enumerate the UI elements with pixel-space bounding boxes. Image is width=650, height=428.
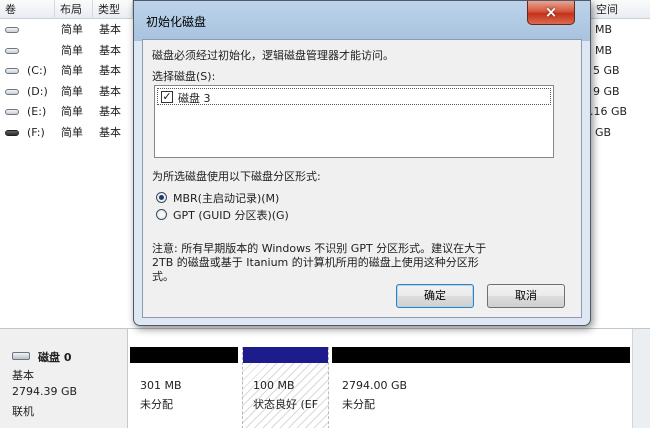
- volume-type: 基本: [99, 64, 121, 77]
- dialog-body: 磁盘必须经过初始化，逻辑磁盘管理器才能访问。 选择磁盘(S): ✓ 磁盘 3 为…: [142, 39, 582, 318]
- volume-layout: 简单: [61, 125, 83, 139]
- partition-status: 状态良好 (EF: [253, 398, 319, 411]
- dialog-title: 初始化磁盘: [146, 15, 207, 29]
- removable-drive-icon: [5, 129, 19, 136]
- vertical-scrollbar[interactable]: [632, 329, 650, 428]
- partition-unallocated-1[interactable]: 301 MB 未分配: [130, 347, 238, 428]
- volume-free: 9 GB: [593, 84, 620, 98]
- partition-status: 未分配: [342, 398, 375, 411]
- volume-free: MB: [595, 43, 613, 57]
- gpt-option-label[interactable]: GPT (GUID 分区表)(G): [173, 207, 289, 223]
- volume-free: 5 GB: [593, 64, 620, 77]
- disk-list-item-label: 磁盘 3: [178, 92, 211, 105]
- partition-status: 未分配: [140, 398, 173, 411]
- volume-type: 基本: [99, 105, 121, 118]
- volume-free: .16 GB: [590, 105, 628, 118]
- note-text-line-2: 2TB 的磁盘或基于 Itanium 的计算机所用的磁盘上使用这种分区形: [152, 256, 479, 269]
- disk-icon: [12, 352, 30, 360]
- disk-3-checkbox[interactable]: ✓: [161, 91, 173, 103]
- disk-list[interactable]: ✓ 磁盘 3: [154, 85, 554, 158]
- partition-unallocated-2[interactable]: 2794.00 GB 未分配: [332, 347, 630, 428]
- volume-free: GB: [595, 125, 612, 139]
- cancel-button[interactable]: 取消: [487, 284, 565, 308]
- column-header-free-space[interactable]: 空间: [591, 0, 650, 19]
- volume-layout: 简单: [61, 23, 83, 36]
- mbr-option-label[interactable]: MBR(主启动记录)(M): [173, 190, 279, 206]
- disk-kind: 基本: [12, 369, 34, 382]
- partition-bar: [332, 347, 630, 363]
- note-text-line-3: 式。: [152, 270, 174, 283]
- disk-status: 联机: [12, 405, 34, 418]
- disk-size: 2794.39 GB: [12, 385, 78, 398]
- partition-size: 301 MB: [140, 379, 182, 392]
- partition-style-label: 为所选磁盘使用以下磁盘分区形式:: [152, 170, 321, 183]
- drive-icon: [5, 27, 19, 33]
- disk-map: 磁盘 0 基本 2794.39 GB 联机 301 MB 未分配 100 MB …: [0, 328, 650, 428]
- volume-type: 基本: [99, 84, 121, 98]
- partition-size: 2794.00 GB: [342, 379, 408, 392]
- volume-free: MB: [595, 23, 613, 36]
- volume-name: (D:): [27, 84, 48, 98]
- column-header-volume[interactable]: 卷: [0, 0, 55, 19]
- gpt-radio[interactable]: [156, 209, 167, 220]
- volume-type: 基本: [99, 43, 121, 57]
- drive-icon: [5, 109, 19, 115]
- drive-icon: [5, 88, 19, 95]
- volume-layout: 简单: [61, 43, 83, 57]
- volume-name: (C:): [27, 64, 47, 77]
- ok-button[interactable]: 确定: [396, 284, 474, 308]
- volume-type: 基本: [99, 23, 121, 36]
- partition-bar: [243, 347, 328, 363]
- volume-layout: 简单: [61, 105, 83, 118]
- initialize-disk-dialog: 初始化磁盘 × 磁盘必须经过初始化，逻辑磁盘管理器才能访问。 选择磁盘(S): …: [133, 0, 591, 326]
- intro-text: 磁盘必须经过初始化，逻辑磁盘管理器才能访问。: [152, 49, 394, 62]
- mbr-radio[interactable]: [156, 192, 167, 203]
- column-header-layout[interactable]: 布局: [55, 0, 93, 19]
- close-button[interactable]: ×: [527, 1, 575, 25]
- select-disk-label: 选择磁盘(S):: [152, 70, 216, 83]
- column-header-type[interactable]: 类型: [93, 0, 133, 19]
- partition-bar: [130, 347, 238, 363]
- partition-size: 100 MB: [253, 379, 295, 392]
- partition-efi[interactable]: 100 MB 状态良好 (EF: [242, 347, 329, 428]
- volume-name: (F:): [27, 125, 45, 139]
- volume-layout: 简单: [61, 84, 83, 98]
- disk-name: 磁盘 0: [38, 351, 72, 364]
- disk-list-item[interactable]: ✓ 磁盘 3: [157, 88, 551, 105]
- volume-layout: 简单: [61, 64, 83, 77]
- drive-icon: [5, 68, 19, 74]
- drive-icon: [5, 47, 19, 54]
- volume-type: 基本: [99, 125, 121, 139]
- disk-0-info[interactable]: 磁盘 0 基本 2794.39 GB 联机: [0, 329, 128, 428]
- volume-name: (E:): [27, 105, 47, 118]
